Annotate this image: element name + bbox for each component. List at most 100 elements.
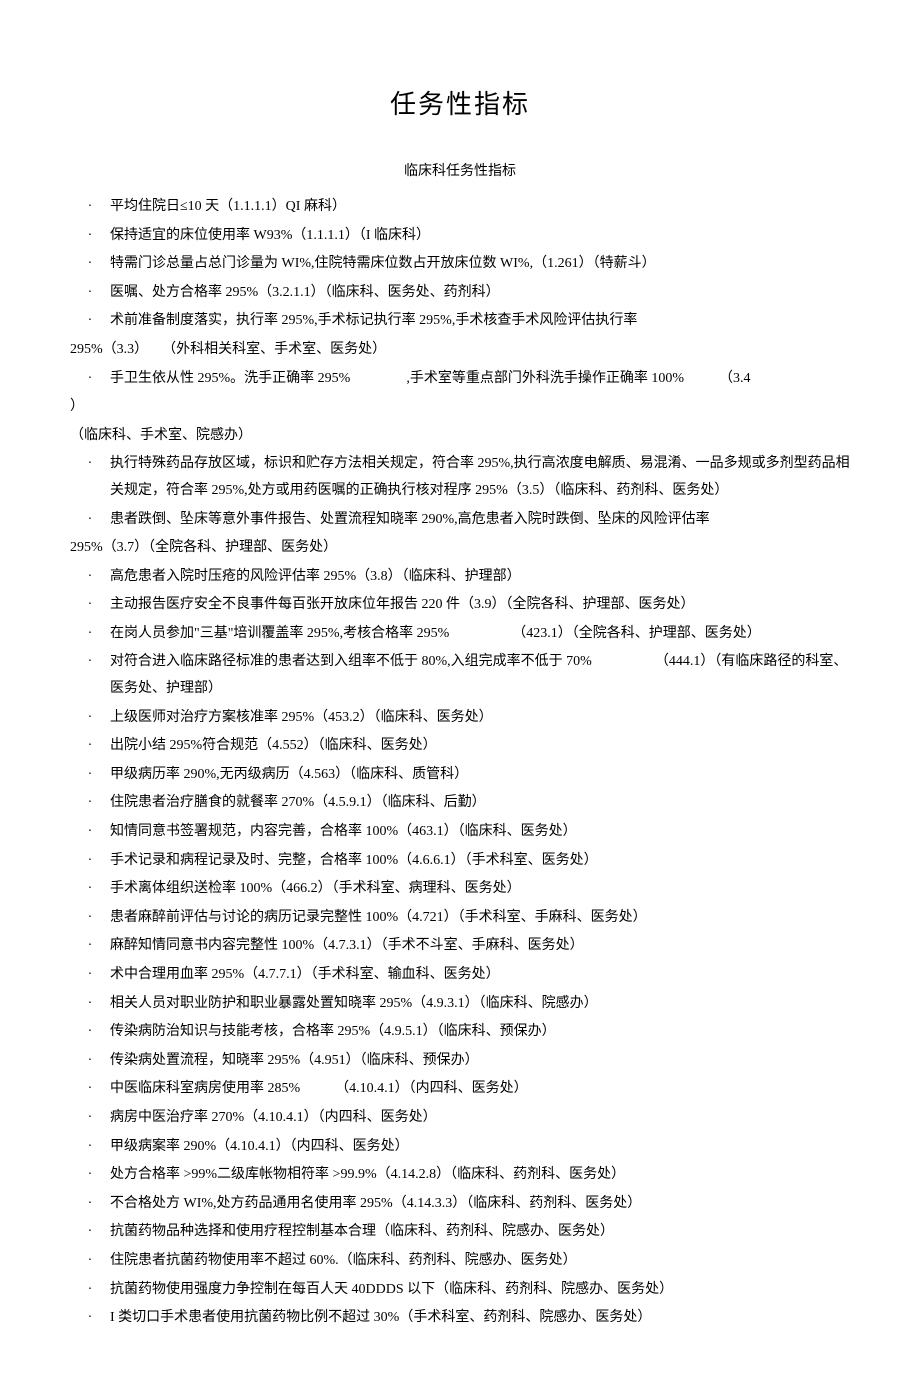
items-list: ·平均住院日≤10 天（1.1.1.1）QI 麻科）·保持适宜的床位使用率 W9… bbox=[70, 194, 850, 1332]
list-item-text: 平均住院日≤10 天（1.1.1.1）QI 麻科） bbox=[110, 194, 850, 221]
bullet-icon: · bbox=[70, 819, 110, 846]
bullet-icon: · bbox=[70, 1277, 110, 1304]
list-item: ·医嘱、处方合格率 295%（3.2.1.1）（临床科、医务处、药剂科） bbox=[70, 280, 850, 307]
list-item: ·术前准备制度落实，执行率 295%,手术标记执行率 295%,手术核查手术风险… bbox=[70, 308, 850, 335]
bullet-icon: · bbox=[70, 1105, 110, 1132]
list-item-text: 执行特殊药品存放区域，标识和贮存方法相关规定，符合率 295%,执行高浓度电解质… bbox=[110, 451, 850, 504]
list-item: ·传染病防治知识与技能考核，合格率 295%（4.9.5.1）（临床科、预保办） bbox=[70, 1019, 850, 1046]
bullet-icon: · bbox=[70, 733, 110, 760]
bullet-icon: · bbox=[70, 621, 110, 648]
list-item-text: 不合格处方 WI%,处方药品通用名使用率 295%（4.14.3.3）（临床科、… bbox=[110, 1191, 850, 1218]
bullet-icon: · bbox=[70, 1248, 110, 1275]
list-item: ·相关人员对职业防护和职业暴露处置知晓率 295%（4.9.3.1）（临床科、院… bbox=[70, 991, 850, 1018]
list-item: ·抗菌药物使用强度力争控制在每百人天 40DDDS 以下（临床科、药剂科、院感办… bbox=[70, 1277, 850, 1304]
list-item-continuation: ） bbox=[70, 394, 850, 421]
list-item: ·甲级病案率 290%（4.10.4.1）（内四科、医务处） bbox=[70, 1134, 850, 1161]
bullet-icon: · bbox=[70, 848, 110, 875]
list-item: ·保持适宜的床位使用率 W93%（1.1.1.1）（I 临床科） bbox=[70, 223, 850, 250]
list-item-text: 上级医师对治疗方案核准率 295%（453.2）（临床科、医务处） bbox=[110, 705, 850, 732]
list-item: ·在岗人员参加"三基"培训覆盖率 295%,考核合格率 295% （423.1）… bbox=[70, 621, 850, 648]
bullet-icon: · bbox=[70, 933, 110, 960]
list-item-text: 手术离体组织送检率 100%（466.2）（手术科室、病理科、医务处） bbox=[110, 876, 850, 903]
list-item-text: 甲级病历率 290%,无丙级病历（4.563）（临床科、质管科） bbox=[110, 762, 850, 789]
list-item-text: 抗菌药物品种选择和使用疗程控制基本合理（临床科、药剂科、院感办、医务处） bbox=[110, 1219, 850, 1246]
list-item-text: 对符合进入临床路径标准的患者达到入组率不低于 80%,入组完成率不低于 70% … bbox=[110, 649, 850, 702]
bullet-icon: · bbox=[70, 1305, 110, 1332]
list-item: ·主动报告医疗安全不良事件每百张开放床位年报告 220 件（3.9）（全院各科、… bbox=[70, 592, 850, 619]
list-item-text: 患者麻醉前评估与讨论的病历记录完整性 100%（4.721）（手术科室、手麻科、… bbox=[110, 905, 850, 932]
list-item-text: 麻醉知情同意书内容完整性 100%（4.7.3.1）（手术不斗室、手麻科、医务处… bbox=[110, 933, 850, 960]
bullet-icon: · bbox=[70, 366, 110, 393]
list-item: ·甲级病历率 290%,无丙级病历（4.563）（临床科、质管科） bbox=[70, 762, 850, 789]
list-item-text: 知情同意书签署规范，内容完善，合格率 100%（463.1）（临床科、医务处） bbox=[110, 819, 850, 846]
list-item-text: 保持适宜的床位使用率 W93%（1.1.1.1）（I 临床科） bbox=[110, 223, 850, 250]
bullet-icon: · bbox=[70, 876, 110, 903]
bullet-icon: · bbox=[70, 308, 110, 335]
list-item: ·麻醉知情同意书内容完整性 100%（4.7.3.1）（手术不斗室、手麻科、医务… bbox=[70, 933, 850, 960]
list-item: ·高危患者入院时压疮的风险评估率 295%（3.8）（临床科、护理部） bbox=[70, 564, 850, 591]
bullet-icon: · bbox=[70, 705, 110, 732]
list-item: ·不合格处方 WI%,处方药品通用名使用率 295%（4.14.3.3）（临床科… bbox=[70, 1191, 850, 1218]
list-item: ·术中合理用血率 295%（4.7.7.1）（手术科室、输血科、医务处） bbox=[70, 962, 850, 989]
list-item-text: 术前准备制度落实，执行率 295%,手术标记执行率 295%,手术核查手术风险评… bbox=[110, 308, 850, 335]
bullet-icon: · bbox=[70, 790, 110, 817]
bullet-icon: · bbox=[70, 762, 110, 789]
bullet-icon: · bbox=[70, 1076, 110, 1103]
bullet-icon: · bbox=[70, 451, 110, 478]
list-item-text: 中医临床科室病房使用率 285% （4.10.4.1）（内四科、医务处） bbox=[110, 1076, 850, 1103]
list-item-text: 甲级病案率 290%（4.10.4.1）（内四科、医务处） bbox=[110, 1134, 850, 1161]
list-item: ·患者跌倒、坠床等意外事件报告、处置流程知晓率 290%,高危患者入院时跌倒、坠… bbox=[70, 507, 850, 534]
list-item: ·手术离体组织送检率 100%（466.2）（手术科室、病理科、医务处） bbox=[70, 876, 850, 903]
list-item: ·住院患者抗菌药物使用率不超过 60%.（临床科、药剂科、院感办、医务处） bbox=[70, 1248, 850, 1275]
bullet-icon: · bbox=[70, 1134, 110, 1161]
list-item: ·平均住院日≤10 天（1.1.1.1）QI 麻科） bbox=[70, 194, 850, 221]
list-item-text: 特需门诊总量占总门诊量为 WI%,住院特需床位数占开放床位数 WI%,（1.26… bbox=[110, 251, 850, 278]
list-item-text: 主动报告医疗安全不良事件每百张开放床位年报告 220 件（3.9）（全院各科、护… bbox=[110, 592, 850, 619]
list-item-text: 住院患者抗菌药物使用率不超过 60%.（临床科、药剂科、院感办、医务处） bbox=[110, 1248, 850, 1275]
list-item: ·对符合进入临床路径标准的患者达到入组率不低于 80%,入组完成率不低于 70%… bbox=[70, 649, 850, 702]
list-item-text: 术中合理用血率 295%（4.7.7.1）（手术科室、输血科、医务处） bbox=[110, 962, 850, 989]
bullet-icon: · bbox=[70, 1048, 110, 1075]
list-item-text: 医嘱、处方合格率 295%（3.2.1.1）（临床科、医务处、药剂科） bbox=[110, 280, 850, 307]
list-item: ·出院小结 295%符合规范（4.552）（临床科、医务处） bbox=[70, 733, 850, 760]
list-item-text: 手术记录和病程记录及时、完整，合格率 100%（4.6.6.1）（手术科室、医务… bbox=[110, 848, 850, 875]
list-item-text: I 类切口手术患者使用抗菌药物比例不超过 30%（手术科室、药剂科、院感办、医务… bbox=[110, 1305, 850, 1332]
bullet-icon: · bbox=[70, 1219, 110, 1246]
list-item-text: 高危患者入院时压疮的风险评估率 295%（3.8）（临床科、护理部） bbox=[110, 564, 850, 591]
document-subtitle: 临床科任务性指标 bbox=[70, 159, 850, 186]
list-item-text: 抗菌药物使用强度力争控制在每百人天 40DDDS 以下（临床科、药剂科、院感办、… bbox=[110, 1277, 850, 1304]
list-item-text: 住院患者治疗膳食的就餐率 270%（4.5.9.1）（临床科、后勤） bbox=[110, 790, 850, 817]
bullet-icon: · bbox=[70, 280, 110, 307]
bullet-icon: · bbox=[70, 592, 110, 619]
list-item: ·抗菌药物品种选择和使用疗程控制基本合理（临床科、药剂科、院感办、医务处） bbox=[70, 1219, 850, 1246]
list-item-continuation: 295%（3.7）（全院各科、护理部、医务处） bbox=[70, 535, 850, 562]
bullet-icon: · bbox=[70, 507, 110, 534]
list-item: ·上级医师对治疗方案核准率 295%（453.2）（临床科、医务处） bbox=[70, 705, 850, 732]
bullet-icon: · bbox=[70, 649, 110, 676]
bullet-icon: · bbox=[70, 1019, 110, 1046]
list-item: ·手术记录和病程记录及时、完整，合格率 100%（4.6.6.1）（手术科室、医… bbox=[70, 848, 850, 875]
list-item-text: 患者跌倒、坠床等意外事件报告、处置流程知晓率 290%,高危患者入院时跌倒、坠床… bbox=[110, 507, 850, 534]
list-item-text: 处方合格率 >99%二级库帐物相符率 >99.9%（4.14.2.8）（临床科、… bbox=[110, 1162, 850, 1189]
bullet-icon: · bbox=[70, 1162, 110, 1189]
list-item: ·知情同意书签署规范，内容完善，合格率 100%（463.1）（临床科、医务处） bbox=[70, 819, 850, 846]
list-item-text: 病房中医治疗率 270%（4.10.4.1）（内四科、医务处） bbox=[110, 1105, 850, 1132]
list-item-text: 在岗人员参加"三基"培训覆盖率 295%,考核合格率 295% （423.1）（… bbox=[110, 621, 850, 648]
list-item: ·患者麻醉前评估与讨论的病历记录完整性 100%（4.721）（手术科室、手麻科… bbox=[70, 905, 850, 932]
bullet-icon: · bbox=[70, 1191, 110, 1218]
bullet-icon: · bbox=[70, 962, 110, 989]
bullet-icon: · bbox=[70, 564, 110, 591]
list-item-text: 传染病处置流程，知晓率 295%（4.951）（临床科、预保办） bbox=[110, 1048, 850, 1075]
bullet-icon: · bbox=[70, 991, 110, 1018]
list-item-continuation: （临床科、手术室、院感办） bbox=[70, 423, 850, 450]
list-item: ·处方合格率 >99%二级库帐物相符率 >99.9%（4.14.2.8）（临床科… bbox=[70, 1162, 850, 1189]
list-item-continuation: 295%（3.3） （外科相关科室、手术室、医务处） bbox=[70, 337, 850, 364]
list-item: ·病房中医治疗率 270%（4.10.4.1）（内四科、医务处） bbox=[70, 1105, 850, 1132]
list-item-text: 出院小结 295%符合规范（4.552）（临床科、医务处） bbox=[110, 733, 850, 760]
list-item-text: 相关人员对职业防护和职业暴露处置知晓率 295%（4.9.3.1）（临床科、院感… bbox=[110, 991, 850, 1018]
list-item-text: 传染病防治知识与技能考核，合格率 295%（4.9.5.1）（临床科、预保办） bbox=[110, 1019, 850, 1046]
list-item: ·手卫生依从性 295%。洗手正确率 295% ,手术室等重点部门外科洗手操作正… bbox=[70, 366, 850, 393]
list-item: ·I 类切口手术患者使用抗菌药物比例不超过 30%（手术科室、药剂科、院感办、医… bbox=[70, 1305, 850, 1332]
list-item: ·特需门诊总量占总门诊量为 WI%,住院特需床位数占开放床位数 WI%,（1.2… bbox=[70, 251, 850, 278]
list-item: ·执行特殊药品存放区域，标识和贮存方法相关规定，符合率 295%,执行高浓度电解… bbox=[70, 451, 850, 504]
